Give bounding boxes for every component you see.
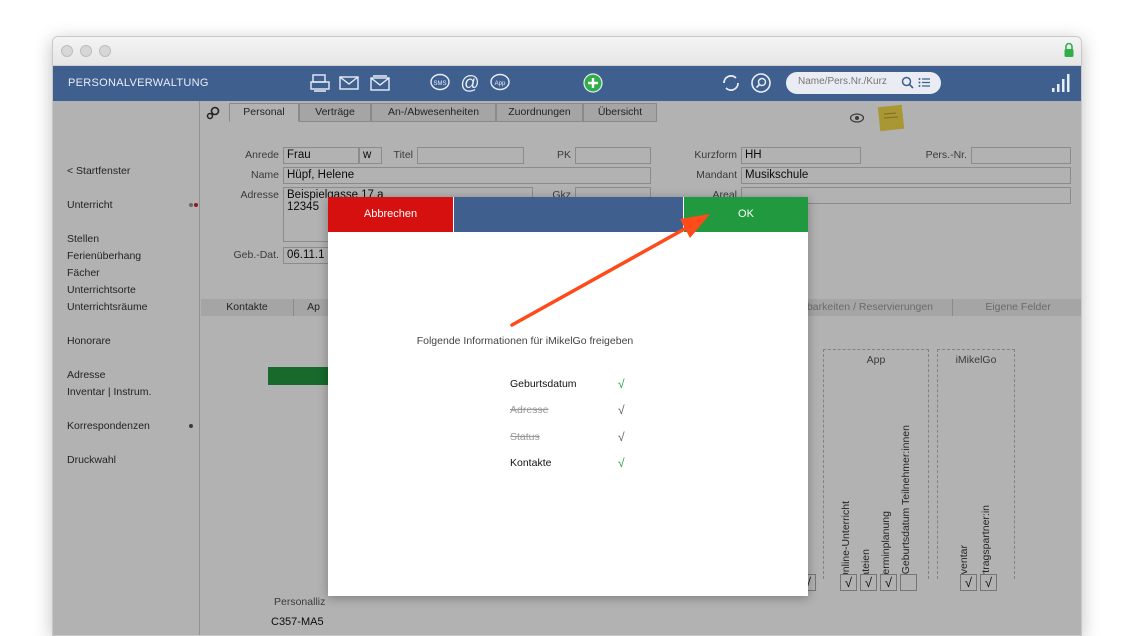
cancel-button[interactable]: Abbrechen <box>328 197 453 232</box>
list-icon[interactable] <box>918 77 930 88</box>
option-check[interactable]: √ <box>618 403 625 417</box>
option-label: Adresse <box>510 404 549 416</box>
window-titlebar <box>53 37 1081 66</box>
share-dialog: Abbrechen OK Folgende Informationen für … <box>328 197 808 596</box>
option-check[interactable]: √ <box>618 430 625 444</box>
app-window: PERSONALVERWALTUNG SMS @ App < Startfens… <box>52 36 1082 636</box>
mail-icon[interactable] <box>338 72 360 94</box>
signal-icon <box>1052 74 1070 92</box>
option-label: Status <box>510 431 540 443</box>
app-title: PERSONALVERWALTUNG <box>68 77 209 89</box>
option-check[interactable]: √ <box>618 377 625 391</box>
search-icon[interactable] <box>901 76 914 89</box>
minimize-window-button[interactable] <box>80 45 92 57</box>
dialog-header-bar <box>453 197 684 232</box>
printer-icon[interactable] <box>309 72 331 94</box>
add-icon[interactable] <box>582 72 604 94</box>
svg-text:App: App <box>495 81 506 87</box>
ok-button[interactable]: OK <box>684 197 808 232</box>
search-box[interactable] <box>786 72 941 94</box>
sms-icon[interactable]: SMS <box>429 72 451 94</box>
refresh-icon[interactable] <box>720 72 742 94</box>
maximize-window-button[interactable] <box>99 45 111 57</box>
at-icon[interactable]: @ <box>459 72 481 94</box>
app-toolbar: PERSONALVERWALTUNG SMS @ App <box>53 66 1081 101</box>
close-window-button[interactable] <box>61 45 73 57</box>
search-input[interactable] <box>798 76 898 87</box>
zoom-icon[interactable] <box>750 72 772 94</box>
svg-text:@: @ <box>460 73 479 94</box>
option-label: Geburtsdatum <box>510 378 577 390</box>
lock-icon <box>1064 42 1074 57</box>
option-check[interactable]: √ <box>618 456 625 470</box>
letter-icon[interactable] <box>369 72 391 94</box>
dialog-message: Folgende Informationen für iMikelGo frei… <box>416 335 634 347</box>
app-icon[interactable]: App <box>489 72 511 94</box>
option-label: Kontakte <box>510 457 552 469</box>
svg-text:SMS: SMS <box>433 81 446 87</box>
